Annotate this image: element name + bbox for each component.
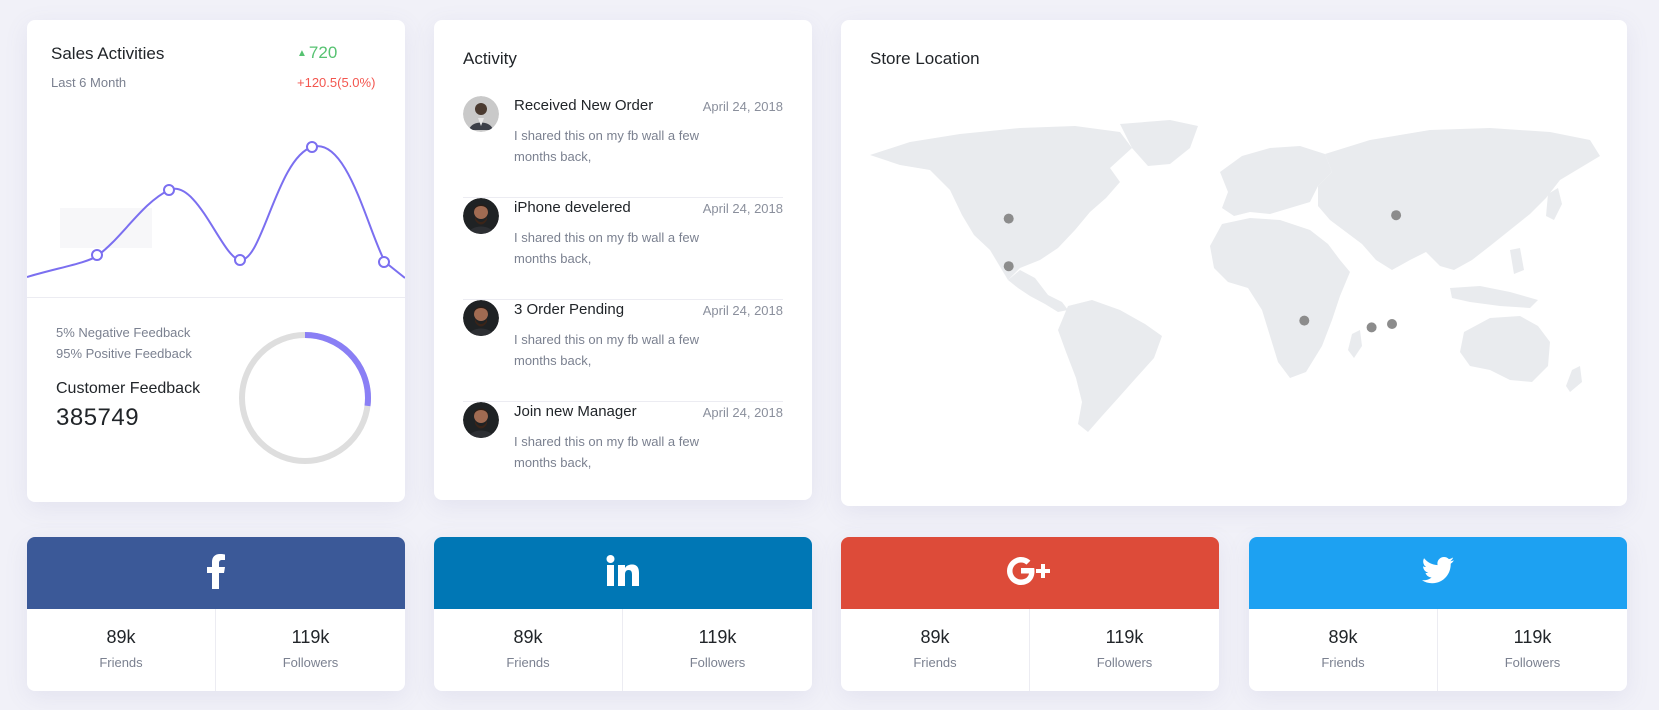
user-avatar-icon bbox=[463, 96, 499, 132]
social-friends: 89k Friends bbox=[841, 609, 1029, 691]
map-philippines bbox=[1510, 248, 1524, 274]
activity-card: Activity Received New Order April 24, 20… bbox=[434, 20, 812, 500]
user-avatar-icon bbox=[463, 402, 499, 438]
caret-up-icon: ▲ bbox=[297, 48, 307, 59]
sales-point[interactable] bbox=[306, 141, 318, 153]
activity-item-title: iPhone develered bbox=[514, 199, 631, 216]
user-avatar-icon bbox=[463, 198, 499, 234]
sales-activities-card: Sales Activities Last 6 Month ▲ 720 +120.… bbox=[27, 20, 405, 502]
social-header[interactable] bbox=[841, 537, 1219, 609]
social-header[interactable] bbox=[434, 537, 812, 609]
sales-subtitle: Last 6 Month bbox=[51, 75, 127, 90]
map-greenland bbox=[1120, 120, 1198, 166]
social-followers-label: Followers bbox=[282, 655, 339, 670]
map-europe bbox=[1220, 146, 1332, 216]
sales-title: Sales Activities bbox=[51, 44, 165, 63]
map-marker-india[interactable] bbox=[1366, 322, 1377, 333]
google-plus-icon bbox=[1006, 555, 1054, 592]
social-card-linkedin: 89k Friends 119k Followers bbox=[434, 537, 812, 691]
feedback-donut-chart bbox=[239, 332, 371, 464]
activity-item-title: Join new Manager bbox=[514, 403, 637, 420]
store-location-title: Store Location bbox=[870, 49, 980, 68]
twitter-icon bbox=[1422, 557, 1454, 589]
social-card-google-plus: 89k Friends 119k Followers bbox=[841, 537, 1219, 691]
social-followers: 119k Followers bbox=[1029, 609, 1219, 691]
map-marker-myanmar[interactable] bbox=[1387, 319, 1397, 329]
social-friends-count: 89k bbox=[513, 627, 543, 647]
sales-point[interactable] bbox=[234, 254, 246, 266]
map-africa bbox=[1210, 218, 1350, 378]
user-avatar-icon bbox=[463, 300, 499, 336]
social-header[interactable] bbox=[1249, 537, 1627, 609]
map-north-america bbox=[870, 126, 1132, 280]
activity-item-date: April 24, 2018 bbox=[702, 201, 783, 216]
social-friends: 89k Friends bbox=[27, 609, 215, 691]
map-indonesia bbox=[1450, 286, 1538, 308]
map-australia bbox=[1460, 316, 1550, 382]
sales-change: +120.5(5.0%) bbox=[297, 75, 376, 90]
social-followers-count: 119k bbox=[698, 627, 737, 647]
social-followers-count: 119k bbox=[291, 627, 330, 647]
map-marker-canada[interactable] bbox=[1003, 213, 1014, 224]
social-friends-label: Friends bbox=[99, 655, 143, 670]
sales-point[interactable] bbox=[163, 184, 175, 196]
positive-feedback-label: 95% Positive Feedback bbox=[56, 346, 192, 361]
social-friends-count: 89k bbox=[920, 627, 950, 647]
social-friends-label: Friends bbox=[1321, 655, 1365, 670]
store-location-card: Store Location bbox=[841, 20, 1627, 506]
social-followers: 119k Followers bbox=[215, 609, 405, 691]
social-friends-count: 89k bbox=[106, 627, 136, 647]
map-marker-russia[interactable] bbox=[1391, 210, 1402, 221]
map-marker-usa[interactable] bbox=[1003, 261, 1014, 272]
activity-item[interactable]: iPhone develered April 24, 2018 I shared… bbox=[463, 198, 783, 300]
social-followers-label: Followers bbox=[689, 655, 746, 670]
activity-item-date: April 24, 2018 bbox=[702, 405, 783, 420]
activity-item[interactable]: 3 Order Pending April 24, 2018 I shared … bbox=[463, 300, 783, 402]
social-friends-count: 89k bbox=[1328, 627, 1358, 647]
social-card-twitter: 89k Friends 119k Followers bbox=[1249, 537, 1627, 691]
activity-item[interactable]: Join new Manager April 24, 2018 I shared… bbox=[463, 402, 783, 500]
social-header[interactable] bbox=[27, 537, 405, 609]
social-followers-label: Followers bbox=[1096, 655, 1153, 670]
sales-value-text: 720 bbox=[308, 43, 338, 62]
social-followers-label: Followers bbox=[1504, 655, 1561, 670]
map-marker-saudi-arabia[interactable] bbox=[1299, 315, 1310, 326]
activity-item-date: April 24, 2018 bbox=[702, 303, 783, 318]
social-followers-count: 119k bbox=[1513, 627, 1552, 647]
customer-feedback-value: 385749 bbox=[56, 404, 140, 431]
facebook-icon bbox=[206, 553, 226, 594]
negative-feedback-label: 5% Negative Feedback bbox=[56, 325, 191, 340]
sales-point[interactable] bbox=[91, 249, 103, 261]
divider bbox=[27, 297, 405, 298]
social-friends-label: Friends bbox=[506, 655, 550, 670]
sales-value: ▲ 720 bbox=[297, 43, 337, 63]
world-map bbox=[870, 120, 1600, 432]
sales-point[interactable] bbox=[378, 256, 390, 268]
activity-title: Activity bbox=[463, 49, 517, 68]
social-followers: 119k Followers bbox=[1437, 609, 1627, 691]
activity-item-title: 3 Order Pending bbox=[514, 301, 625, 318]
activity-item-desc: I shared this on my fb wall a few months… bbox=[514, 332, 699, 368]
customer-feedback-title: Customer Feedback bbox=[56, 380, 201, 397]
activity-item[interactable]: Received New Order April 24, 2018 I shar… bbox=[463, 96, 783, 198]
activity-item-desc: I shared this on my fb wall a few months… bbox=[514, 434, 699, 470]
social-followers: 119k Followers bbox=[622, 609, 812, 691]
map-south-america bbox=[1058, 300, 1162, 432]
map-madagascar bbox=[1348, 330, 1362, 358]
social-friends-label: Friends bbox=[913, 655, 957, 670]
sales-line-chart bbox=[27, 141, 405, 279]
activity-item-date: April 24, 2018 bbox=[702, 99, 783, 114]
map-central-america bbox=[1008, 270, 1068, 312]
activity-item-desc: I shared this on my fb wall a few months… bbox=[514, 230, 699, 266]
social-followers-count: 119k bbox=[1105, 627, 1144, 647]
social-friends: 89k Friends bbox=[1249, 609, 1437, 691]
linkedin-icon bbox=[606, 554, 640, 592]
activity-item-title: Received New Order bbox=[514, 97, 654, 114]
activity-item-desc: I shared this on my fb wall a few months… bbox=[514, 128, 699, 164]
social-friends: 89k Friends bbox=[434, 609, 622, 691]
social-card-facebook: 89k Friends 119k Followers bbox=[27, 537, 405, 691]
map-new-zealand bbox=[1566, 366, 1582, 392]
